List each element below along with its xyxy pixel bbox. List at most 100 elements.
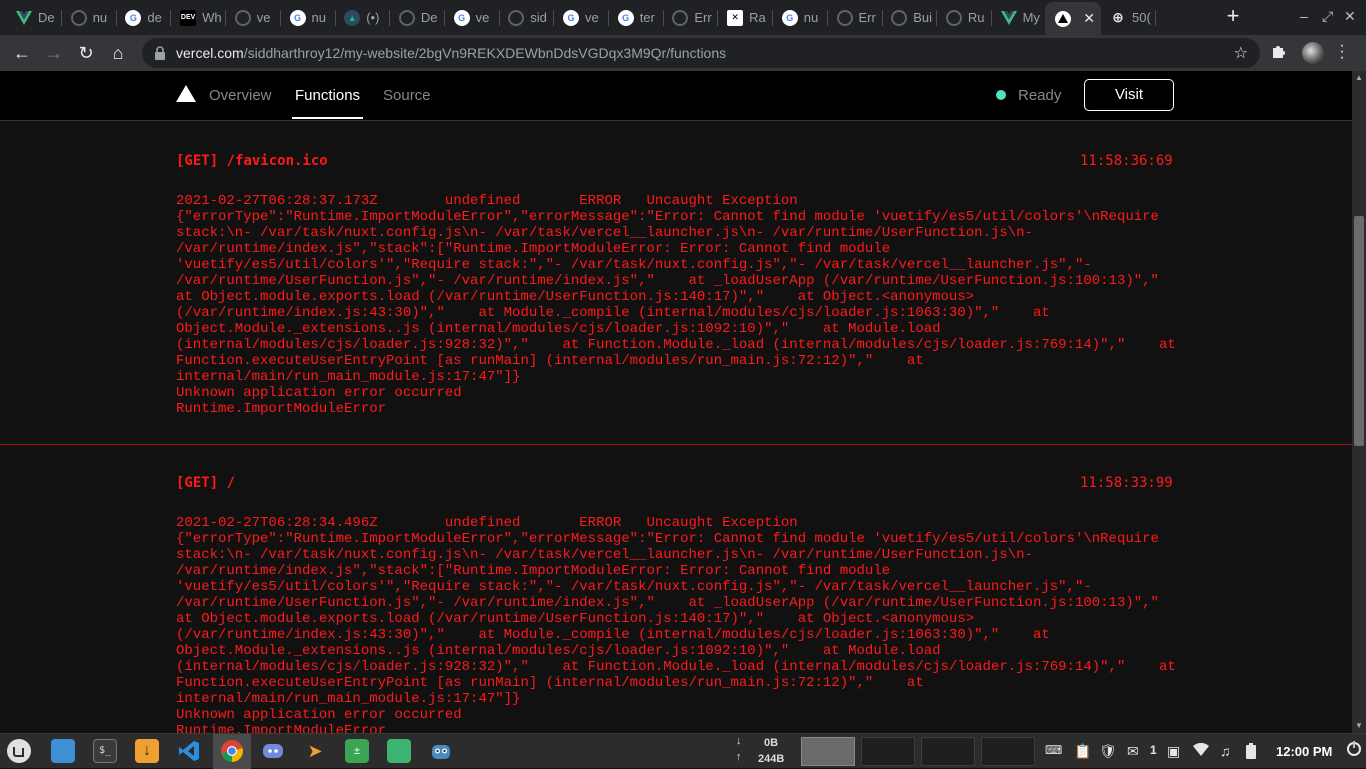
browser-tab[interactable]: ✕ (1045, 2, 1102, 35)
notification-icon[interactable]: ✉ (1127, 743, 1139, 760)
browser-tab-label: De (420, 10, 438, 25)
browser-tab[interactable]: ve (225, 4, 281, 31)
chrome-icon[interactable] (220, 739, 244, 763)
browser-tab-label: ve (585, 10, 599, 25)
log-line: Object.Module._extensions..js (internal/… (176, 321, 941, 337)
workspace-3[interactable] (921, 737, 975, 766)
browser-tab[interactable]: ⊕ 50( (1100, 4, 1156, 31)
browser-tab-label: My (1022, 10, 1040, 25)
browser-tab-label: sid (530, 10, 547, 25)
vscode-icon[interactable] (177, 739, 201, 763)
home-icon[interactable]: ⌂ (106, 41, 130, 65)
browser-tab[interactable]: Gnu (280, 4, 336, 31)
nav-overview[interactable]: Overview (209, 87, 272, 104)
discord-icon[interactable] (261, 739, 285, 763)
reload-icon[interactable]: ↻ (74, 41, 98, 65)
browser-tab-label: De (38, 10, 55, 25)
visit-button[interactable]: Visit (1084, 79, 1174, 111)
nav-source[interactable]: Source (383, 87, 431, 104)
browser-tab[interactable]: Gde (115, 4, 172, 31)
google-icon: G (563, 9, 579, 26)
log-line: stack:\n- /var/task/nuxt.config.js\n- /v… (176, 225, 1033, 241)
vercel-logo-icon[interactable] (176, 85, 196, 102)
new-tab-icon[interactable]: + (1222, 5, 1244, 28)
browser-tab[interactable]: Bui (881, 4, 938, 31)
google-icon: G (617, 9, 634, 26)
browser-tab[interactable]: Gve (444, 4, 500, 31)
log-line: (/var/runtime/index.js:43:30)"," at Modu… (176, 305, 1050, 321)
maximize-icon[interactable]: ⤢ (1322, 8, 1333, 25)
shutdown-icon[interactable] (1346, 740, 1362, 759)
vue-icon (16, 10, 32, 26)
nav-functions[interactable]: Functions (295, 87, 360, 104)
browser-tab[interactable]: nu (61, 4, 117, 31)
browser-tab-label: 50( (1132, 10, 1151, 25)
more-menu-icon[interactable]: · · · (1336, 38, 1348, 66)
browser-tab[interactable]: De (389, 4, 445, 31)
log-line: Runtime.ImportModuleError (176, 723, 387, 733)
net-down-arrow-icon: ↓ (736, 735, 742, 747)
page-scrollbar[interactable]: ▲ ▼ (1352, 71, 1366, 733)
downloads-icon[interactable]: ↓ (135, 739, 159, 763)
browser-tab[interactable]: ▲ (•) (334, 4, 391, 31)
browser-tab[interactable]: DEV Wh (170, 4, 227, 31)
terminal-icon[interactable]: $_ (93, 739, 117, 763)
minimize-icon[interactable]: – (1300, 8, 1308, 24)
active-tab-underline (292, 117, 363, 119)
scroll-up-icon[interactable]: ▲ (1354, 73, 1364, 82)
browser-tab[interactable]: My (991, 4, 1047, 31)
calculator-icon[interactable]: ± (345, 739, 369, 763)
postman-icon[interactable]: ➤ (303, 739, 327, 763)
net-upload-value: 244B (758, 753, 785, 765)
google-icon: G (453, 9, 470, 26)
forward-icon[interactable]: → (42, 41, 66, 65)
log-line: internal/main/run_main_module.js:17:47"]… (176, 691, 521, 707)
browser-tab[interactable]: ✕ Ra (717, 4, 774, 31)
workspace-1[interactable] (801, 737, 855, 766)
net-download-value: 0B (764, 737, 779, 749)
keyboard-icon[interactable]: ⌨ (1045, 743, 1062, 757)
dev-icon: DEV (180, 9, 197, 26)
github-icon (672, 9, 689, 26)
shield-icon[interactable]: 🛡 (1099, 743, 1117, 760)
browser-tab[interactable]: Err (662, 4, 719, 31)
scroll-down-icon[interactable]: ▼ (1354, 721, 1364, 730)
music-icon[interactable]: ♫ (1220, 743, 1231, 759)
browser-tab-label: Err (858, 10, 876, 25)
browser-tab[interactable]: Gter (608, 4, 664, 31)
scrollbar-thumb[interactable] (1354, 216, 1364, 446)
log-line: /var/runtime/index.js","stack":["Runtime… (176, 563, 891, 579)
battery-icon[interactable] (1246, 743, 1256, 762)
godot-icon[interactable] (429, 739, 453, 763)
extensions-puzzle-icon[interactable] (1270, 44, 1286, 64)
profile-avatar[interactable] (1302, 42, 1324, 64)
vercel-icon (1055, 10, 1072, 27)
browser-tab[interactable]: Ru (936, 4, 992, 31)
folder-icon[interactable] (387, 739, 411, 763)
files-icon[interactable] (51, 739, 75, 763)
log-line: at Object.module.exports.load (/var/runt… (176, 611, 975, 627)
browser-tab[interactable]: Err (827, 4, 883, 31)
back-icon[interactable]: ← (10, 41, 34, 65)
workspace-4[interactable] (981, 737, 1035, 766)
log-line: 'vuetify/es5/util/colors'","Require stac… (176, 579, 1092, 595)
vue-icon (1000, 10, 1017, 26)
browser-tab[interactable]: Gnu (772, 4, 828, 31)
bookmark-star-icon[interactable]: ☆ (1234, 43, 1248, 63)
browser-tab-label: (•) (366, 10, 380, 25)
close-tab-icon[interactable]: ✕ (1083, 10, 1095, 27)
log-line: 2021-02-27T06:28:34.496Z undefined ERROR… (176, 515, 798, 531)
wifi-icon[interactable] (1193, 742, 1209, 760)
browser-tab[interactable]: De (6, 4, 62, 31)
nuxt-icon: ▲ (344, 9, 361, 26)
mint-menu-icon[interactable] (7, 739, 31, 763)
update-icon[interactable]: ▣ (1167, 743, 1180, 760)
address-bar[interactable]: vercel.com/siddharthroy12/my-website/2bg… (142, 38, 1260, 68)
browser-tab[interactable]: sid (498, 4, 555, 31)
close-window-icon[interactable]: ✕ (1344, 8, 1356, 25)
workspace-2[interactable] (861, 737, 915, 766)
clipboard-icon[interactable]: 📋 (1074, 743, 1091, 760)
browser-tab[interactable]: Gve (553, 4, 609, 31)
browser-tab-label: Wh (202, 10, 222, 25)
lock-icon (154, 46, 166, 60)
